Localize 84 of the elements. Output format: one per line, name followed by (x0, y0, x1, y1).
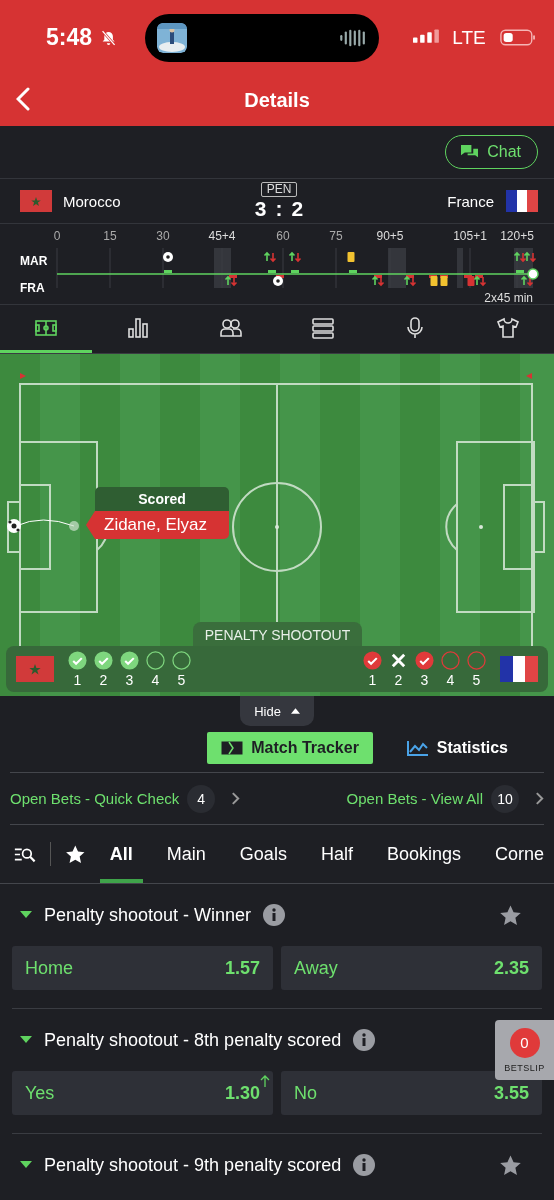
kick-number: 2 (394, 671, 403, 688)
team-name: Morocco (63, 192, 121, 210)
minute-label: 105+1 (453, 229, 487, 243)
collapse-triangle-icon[interactable] (20, 911, 32, 919)
score: 2 (291, 197, 304, 220)
flag-icon (500, 656, 538, 682)
statistics-button[interactable]: Statistics (392, 732, 522, 764)
count-badge: 10 (491, 784, 519, 813)
battery-icon (499, 28, 536, 47)
odds-button[interactable]: Home 1.57 (12, 946, 273, 990)
bar-chart-icon (126, 315, 151, 340)
star-icon[interactable] (499, 1153, 522, 1177)
list-icon (311, 315, 336, 340)
match-tracker-button[interactable]: Match Tracker (207, 732, 373, 764)
page-title: Details (244, 89, 310, 112)
market-title: Penalty shootout - Winner (44, 904, 252, 926)
kick-number: 1 (73, 671, 82, 688)
market-tab[interactable]: Corne (484, 825, 554, 883)
back-icon[interactable] (16, 87, 30, 111)
market-title: Penalty shootout - 8th penalty scored (44, 1029, 342, 1051)
odds-button[interactable]: No 3.55 (281, 1071, 542, 1115)
score: 3 (254, 197, 267, 220)
minute-label: 0 (53, 229, 61, 243)
kick-number: 5 (472, 671, 481, 688)
tracker-icon (221, 741, 244, 755)
chevron-right-icon[interactable] (535, 791, 544, 806)
signal-icon (413, 29, 441, 46)
line-chart-icon (406, 740, 429, 756)
market-tab[interactable]: Main (156, 825, 216, 883)
flag-icon (16, 656, 54, 682)
shootout-title: PENALTY SHOOTOUT (193, 622, 362, 648)
odds-button[interactable]: Away 2.35 (281, 946, 542, 990)
kick-number: 4 (446, 671, 455, 688)
hide-button[interactable]: Hide (240, 696, 314, 726)
market-tab[interactable]: Half (310, 825, 363, 883)
minute-label: 75 (329, 229, 343, 243)
collapse-triangle-icon[interactable] (20, 1036, 32, 1044)
flag-icon (20, 190, 52, 212)
minute-label: 45+4 (208, 229, 236, 243)
market-tab[interactable]: All (99, 825, 143, 883)
open-bets-link[interactable]: Open Bets - Quick Check (10, 790, 180, 807)
info-icon[interactable] (353, 1154, 376, 1176)
kick-number: 5 (177, 671, 186, 688)
search-list-icon[interactable] (14, 845, 37, 863)
clock: 5:48 (46, 24, 93, 51)
count-badge: 4 (187, 784, 216, 813)
score-separator: : (275, 197, 283, 220)
chevron-right-icon[interactable] (231, 791, 241, 806)
minute-label: 60 (276, 229, 290, 243)
star-icon[interactable] (499, 903, 522, 927)
minute-label: 90+5 (376, 229, 404, 243)
kick-number: 3 (420, 671, 429, 688)
market-tab[interactable]: Bookings (376, 825, 471, 883)
penalties-badge: PEN (260, 182, 298, 197)
market-title: Penalty shootout - 9th penalty scored (44, 1154, 342, 1176)
caret-up-icon (290, 708, 300, 714)
team-name: France (447, 192, 494, 210)
event-label: Scored (95, 487, 229, 511)
minute-label: 120+5 (500, 229, 534, 243)
betslip-button[interactable]: 0 BETSLIP (495, 1020, 554, 1080)
odds-button[interactable]: Yes 1.30 (12, 1071, 273, 1115)
open-bets-link[interactable]: Open Bets - View All (346, 790, 483, 807)
match-format: 2x45 min (484, 291, 533, 304)
team-code: MAR (20, 254, 48, 268)
info-icon[interactable] (263, 904, 286, 926)
kick-number: 4 (151, 671, 160, 688)
collapse-triangle-icon[interactable] (20, 1161, 32, 1169)
kick-number: 1 (368, 671, 377, 688)
minute-label: 30 (156, 229, 170, 243)
bell-muted-icon (100, 28, 118, 47)
minute-label: 15 (103, 229, 117, 243)
info-icon[interactable] (353, 1029, 376, 1051)
player-name: Zidane, Elyaz (86, 511, 229, 539)
kick-number: 3 (125, 671, 134, 688)
team-code: FRA (20, 281, 45, 295)
betslip-label: BETSLIP (504, 1062, 545, 1073)
shirt-icon (495, 315, 520, 340)
betslip-count: 0 (509, 1027, 540, 1058)
chat-button[interactable]: Chat (445, 135, 538, 169)
kick-number: 2 (99, 671, 108, 688)
market-tab[interactable]: Goals (229, 825, 297, 883)
flag-icon (506, 190, 538, 212)
audio-wave-icon (339, 28, 368, 47)
network-label: LTE (452, 26, 486, 49)
